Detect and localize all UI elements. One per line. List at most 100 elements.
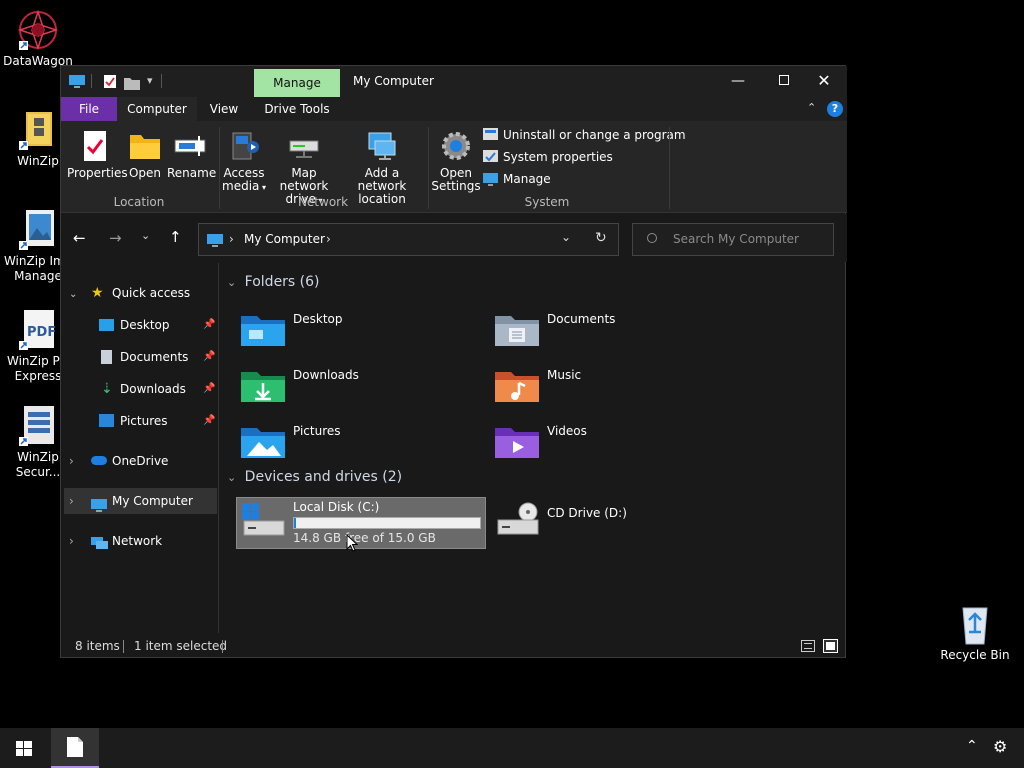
divider [428,127,429,209]
selection-count: 1 item selected [134,639,228,653]
access-media-button[interactable]: Access media ▾ [221,129,267,194]
content-pane: ⌄ Folders (6) Desktop Documents Download… [221,263,845,633]
tab-view[interactable]: View [197,97,251,121]
pictures-icon [99,414,114,427]
sidebar-item-documents[interactable]: Documents 📌 [99,344,217,370]
back-button[interactable]: ← [73,229,86,247]
refresh-button[interactable]: ↻ [595,230,607,246]
sidebar-item-downloads[interactable]: ⇣ Downloads 📌 [99,376,217,402]
arrow-right-icon: → [109,229,122,247]
new-folder-quick-icon[interactable] [124,75,140,94]
chevron-down-icon: ⌄ [227,276,237,289]
arrow-up-icon: ↑ [169,228,182,246]
folder-music[interactable]: Music [495,366,735,414]
manage-button[interactable]: Manage [483,170,551,188]
open-folder-icon [128,129,162,163]
drive-c-free-space: 14.8 GB free of 15.0 GB [293,531,436,545]
minimize-button[interactable]: — [715,66,761,97]
sidebar-item-onedrive[interactable]: › OneDrive [69,448,217,474]
documents-icon [101,350,112,364]
computer-icon [91,495,107,521]
settings-tray-button[interactable]: ⚙ [993,737,1007,756]
ribbon: Properties Open Rename Location Access m… [61,121,847,213]
download-icon: ⇣ [101,381,113,397]
contextual-manage-tab[interactable]: Manage [254,69,340,97]
devices-section-header[interactable]: ⌄ Devices and drives (2) [227,469,402,485]
show-hidden-icons-button[interactable]: ⌃ [966,738,978,754]
tab-file[interactable]: File [61,97,117,121]
open-settings-button[interactable]: Open Settings [431,129,481,193]
customize-toolbar-icon[interactable]: ▾ [147,74,153,87]
chevron-down-icon: ⌄ [69,289,78,300]
network-icon [91,534,108,560]
sidebar-item-desktop[interactable]: Desktop 📌 [99,312,217,338]
large-icons-view-button[interactable] [823,639,838,653]
folder-pictures[interactable]: Pictures [241,422,481,470]
computer-icon [207,233,223,252]
folders-section-header[interactable]: ⌄ Folders (6) [227,274,320,290]
folder-documents[interactable]: Documents [495,310,735,358]
folder-desktop[interactable]: Desktop [241,310,481,358]
tab-computer[interactable]: Computer [117,97,197,121]
folder-downloads[interactable]: Downloads [241,366,481,414]
winzip-image-manager-icon [16,208,60,252]
documents-folder-icon [495,312,539,348]
address-bar[interactable]: › My Computer › ⌄ ↻ [198,223,619,256]
cd-drive-d[interactable]: CD Drive (D:) [494,497,744,549]
details-view-button[interactable] [801,640,815,652]
address-history-button[interactable]: ⌄ [561,230,571,244]
arrow-left-icon: ← [73,229,86,247]
taskbar-app-file-explorer[interactable] [51,728,99,768]
start-button[interactable] [0,728,48,768]
sidebar-item-pictures[interactable]: Pictures 📌 [99,408,217,434]
properties-quick-icon[interactable] [103,74,117,93]
winzip-secure-icon [16,404,60,448]
mouse-cursor [346,533,359,556]
search-icon [647,233,657,243]
document-icon [67,737,83,761]
title-bar[interactable]: ▾ Manage My Computer — ✕ [61,66,847,97]
address-path[interactable]: My Computer [244,232,325,246]
chevron-right-icon: › [69,494,74,508]
windows-logo-icon [16,741,32,760]
access-media-icon [227,129,261,163]
close-button[interactable]: ✕ [801,66,847,97]
desktop-icon-recycle-bin[interactable]: Recycle Bin [937,602,1013,663]
local-disk-c[interactable]: Local Disk (C:) 14.8 GB free of 15.0 GB [236,497,486,549]
open-button[interactable]: Open [125,129,165,180]
rename-button[interactable]: Rename [167,129,216,180]
forward-button[interactable]: → [109,229,122,247]
properties-button[interactable]: Properties [67,129,128,180]
cloud-icon [91,456,107,465]
computer-management-icon [483,172,498,186]
help-icon[interactable]: ? [827,101,843,117]
maximize-icon [779,75,789,85]
properties-icon [78,129,112,163]
sidebar-item-my-computer[interactable]: › My Computer [64,488,217,514]
search-input[interactable]: Search My Computer [632,223,834,256]
divider [222,640,223,653]
divider [219,127,220,209]
pin-icon: 📌 [203,351,216,362]
network-drive-icon [287,129,321,163]
navigation-bar: ← → ⌄ ↑ › My Computer › ⌄ ↻ Search My Co… [61,214,847,262]
up-button[interactable]: ↑ [169,228,182,246]
status-bar: 8 items 1 item selected [61,633,847,659]
tab-drive-tools[interactable]: Drive Tools [254,97,340,121]
uninstall-program-button[interactable]: Uninstall or change a program [483,126,686,144]
chevron-right-icon: › [229,232,234,246]
folder-videos[interactable]: Videos [495,422,735,470]
file-explorer-window: ▾ Manage My Computer — ✕ File Computer V… [60,65,847,659]
datawagon-icon [16,8,60,52]
divider [123,640,124,653]
dropdown-arrow-icon: ▾ [259,183,266,192]
refresh-icon: ↻ [595,230,607,246]
collapse-ribbon-icon[interactable]: ⌃ [807,101,816,114]
sidebar-item-network[interactable]: › Network [69,528,217,554]
system-properties-button[interactable]: System properties [483,148,613,166]
sidebar-item-quick-access[interactable]: ⌄ ★ Quick access [69,280,190,306]
recent-locations-button[interactable]: ⌄ [141,229,150,242]
pictures-folder-icon [241,424,285,460]
programs-icon [483,128,498,142]
desktop-icon-datawagon[interactable]: DataWagon [0,8,76,69]
